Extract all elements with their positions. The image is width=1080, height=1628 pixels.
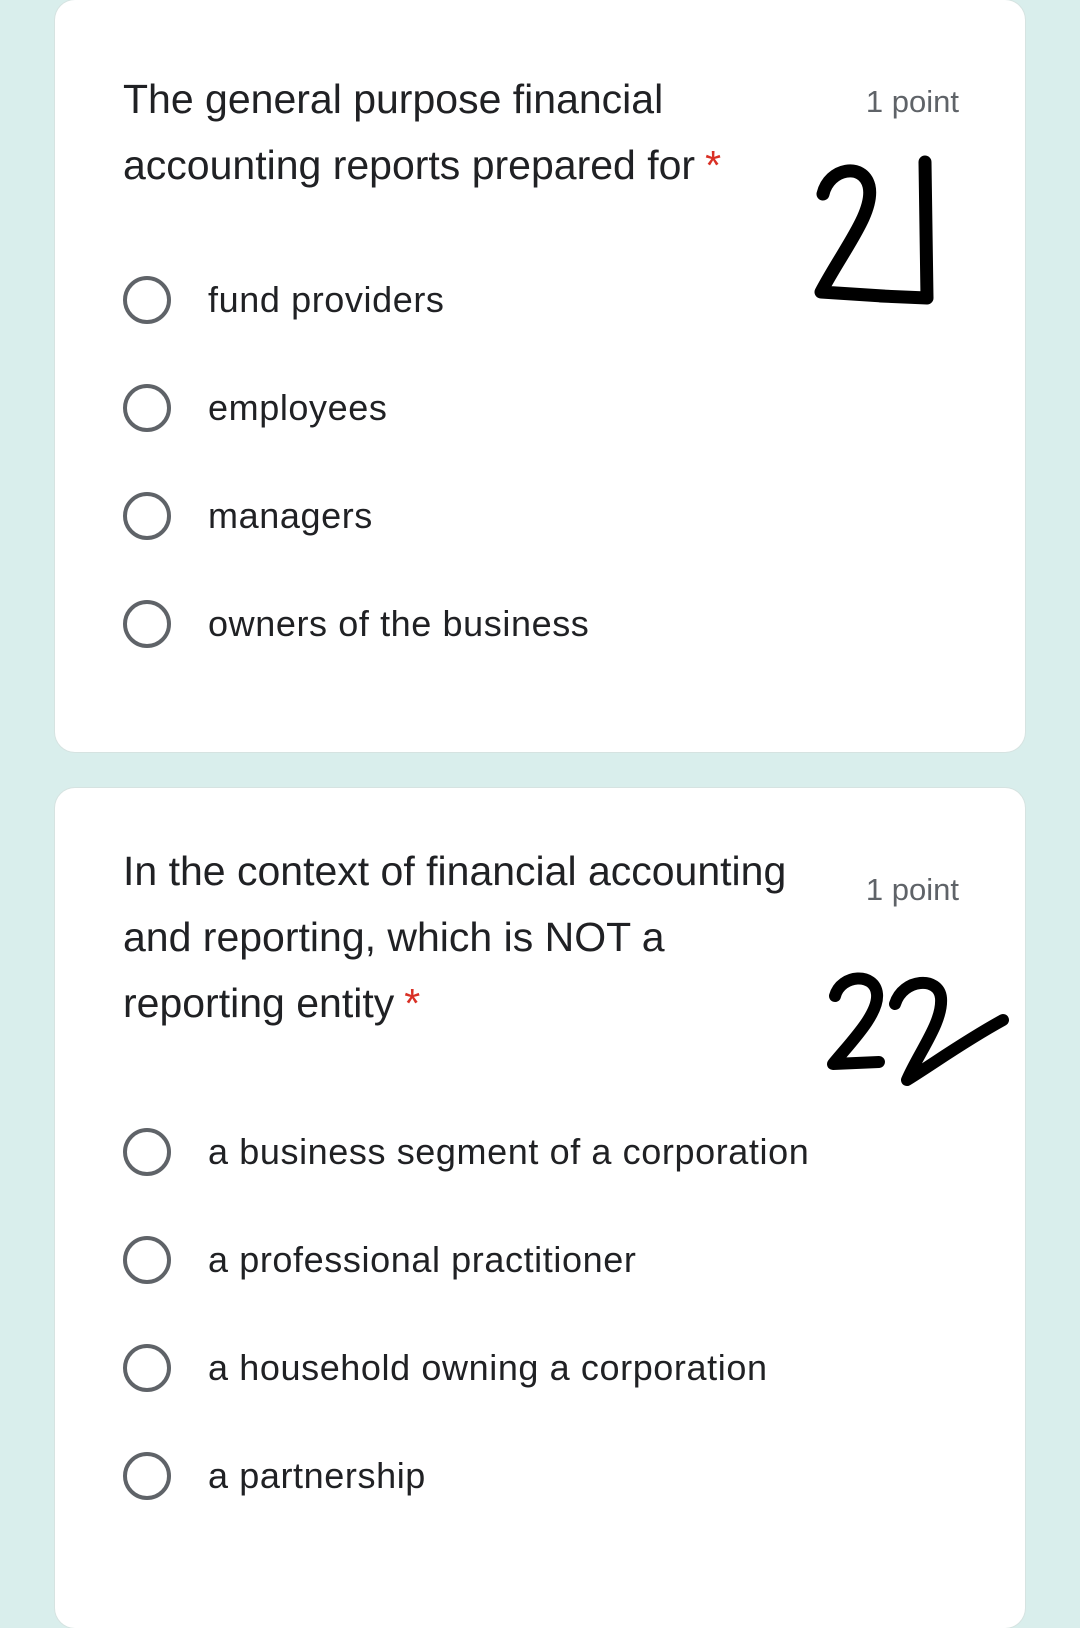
radio-button-unchecked-icon[interactable] — [123, 1344, 171, 1392]
option-partnership[interactable]: a partnership — [123, 1446, 426, 1506]
radio-button-unchecked-icon[interactable] — [123, 276, 171, 324]
option-household-owning-corporation[interactable]: a household owning a corporation — [123, 1338, 768, 1398]
question-text: The general purpose financial accounting… — [123, 76, 696, 188]
option-employees[interactable]: employees — [123, 378, 388, 438]
question-card: The general purpose financial accounting… — [55, 0, 1025, 752]
required-asterisk: * — [705, 142, 722, 188]
question-text: In the context of financial accounting a… — [123, 848, 787, 1026]
question-points: 1 point — [865, 84, 959, 119]
option-label: employees — [208, 387, 388, 428]
radio-button-unchecked-icon[interactable] — [123, 384, 171, 432]
radio-button-unchecked-icon[interactable] — [123, 1452, 171, 1500]
handwritten-number-annotation — [827, 972, 1009, 1086]
option-label: a business segment of a corporation — [208, 1131, 810, 1172]
option-label: a household owning a corporation — [208, 1347, 768, 1388]
option-owners-of-the-business[interactable]: owners of the business — [123, 594, 589, 654]
option-managers[interactable]: managers — [123, 486, 373, 546]
radio-button-unchecked-icon[interactable] — [123, 600, 171, 648]
question-title: The general purpose financial accounting… — [123, 66, 763, 198]
question-points: 1 point — [865, 872, 959, 907]
option-label: owners of the business — [208, 603, 590, 644]
option-business-segment[interactable]: a business segment of a corporation — [123, 1122, 809, 1182]
option-label: fund providers — [208, 279, 445, 320]
radio-button-unchecked-icon[interactable] — [123, 1128, 171, 1176]
radio-button-unchecked-icon[interactable] — [123, 492, 171, 540]
question-card: In the context of financial accounting a… — [55, 788, 1025, 1628]
option-label: managers — [208, 495, 373, 536]
option-professional-practitioner[interactable]: a professional practitioner — [123, 1230, 636, 1290]
handwritten-number-annotation — [814, 155, 934, 305]
option-fund-providers[interactable]: fund providers — [123, 270, 445, 330]
radio-button-unchecked-icon[interactable] — [123, 1236, 171, 1284]
required-asterisk: * — [404, 980, 421, 1026]
option-label: a partnership — [208, 1455, 426, 1496]
question-title: In the context of financial accounting a… — [123, 838, 823, 1036]
option-label: a professional practitioner — [208, 1239, 637, 1280]
